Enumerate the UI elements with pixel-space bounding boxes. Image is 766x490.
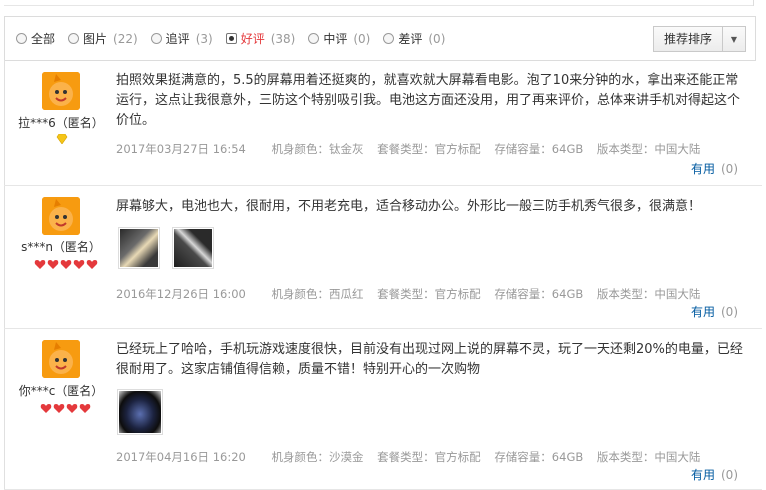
filter-images[interactable]: 图片 (22) (68, 30, 138, 47)
review-meta: 2016年12月26日 16:00 机身颜色：西瓜红 套餐类型：官方标配 存储容… (116, 286, 710, 302)
review-text: 已经玩上了哈哈，手机玩游戏速度很快，目前没有出现过网上说的屏幕不灵，玩了一天还剩… (116, 342, 743, 377)
useful-button[interactable]: 有用 (0) (691, 160, 738, 177)
filter-label: 全部 (31, 32, 56, 46)
avatar (42, 340, 80, 378)
heart-gem-icon (60, 260, 72, 269)
username: 你***c（匿名） (18, 384, 104, 398)
package-type: 套餐类型：官方标配 (377, 450, 481, 464)
review-meta: 2017年04月16日 16:20 机身颜色：沙漠金 套餐类型：官方标配 存储容… (116, 449, 710, 465)
heart-gem-icon (73, 260, 85, 269)
sort-label: 推荐排序 (654, 27, 723, 51)
review-photo-thumbnail[interactable] (118, 227, 160, 269)
filter-positive[interactable]: 好评 (38) (225, 30, 296, 47)
filter-count: (0) (353, 31, 371, 46)
storage-capacity: 存储容量：64GB (494, 287, 584, 301)
user-rank (34, 259, 98, 270)
filter-label: 追评 (165, 32, 190, 46)
radio-selected-icon[interactable] (225, 33, 237, 44)
radio-icon[interactable] (383, 33, 395, 44)
user-rank (56, 134, 68, 144)
heart-gem-icon (79, 404, 91, 413)
filter-count: (3) (195, 31, 213, 46)
radio-icon[interactable] (308, 33, 320, 44)
product-color: 机身颜色：钛金灰 (271, 142, 364, 156)
filter-bar: 全部 图片 (22) 追评 (3) 好评 (38) 中评 (0) 差评 (0) (4, 16, 756, 61)
version-type: 版本类型：中国大陆 (596, 287, 701, 301)
review-date: 2017年03月27日 16:54 (116, 142, 246, 156)
useful-button[interactable]: 有用 (0) (691, 466, 738, 483)
heart-gem-icon (40, 404, 52, 413)
useful-button[interactable]: 有用 (0) (691, 303, 738, 320)
useful-label[interactable]: 有用 (691, 468, 715, 482)
review-meta: 2017年03月27日 16:54 机身颜色：钛金灰 套餐类型：官方标配 存储容… (116, 141, 710, 157)
useful-count: (0) (721, 162, 738, 176)
filter-options: 全部 图片 (22) 追评 (3) 好评 (38) 中评 (0) 差评 (0) (16, 30, 458, 47)
radio-icon[interactable] (16, 33, 27, 44)
filter-label: 中评 (323, 32, 348, 46)
filter-label: 好评 (240, 32, 265, 46)
filter-count: (22) (113, 31, 138, 46)
useful-label[interactable]: 有用 (691, 305, 715, 319)
review-divider (4, 185, 762, 186)
avatar (42, 72, 80, 110)
heart-gem-icon (66, 404, 78, 413)
filter-follow-up[interactable]: 追评 (3) (150, 30, 213, 47)
user-rank (40, 403, 91, 414)
package-type: 套餐类型：官方标配 (377, 142, 481, 156)
filter-label: 图片 (83, 32, 108, 46)
avatar (42, 197, 80, 235)
review-photo-thumbnail[interactable] (172, 227, 214, 269)
left-border (4, 60, 5, 490)
storage-capacity: 存储容量：64GB (494, 450, 584, 464)
filter-label: 差评 (398, 32, 423, 46)
filter-all[interactable]: 全部 (16, 30, 55, 47)
review-date: 2017年04月16日 16:20 (116, 450, 246, 464)
filter-count: (38) (270, 31, 296, 46)
heart-gem-icon (53, 404, 65, 413)
review-photo-thumbnail[interactable] (117, 389, 163, 435)
review-text: 屏幕够大，电池也大，很耐用，不用老充电，适合移动办公。外形比一般三防手机秀气很多… (116, 199, 702, 214)
useful-count: (0) (721, 305, 738, 319)
radio-icon[interactable] (150, 33, 162, 44)
review-date: 2016年12月26日 16:00 (116, 287, 246, 301)
username: 拉***6（匿名） (18, 116, 104, 130)
product-color: 机身颜色：西瓜红 (271, 287, 364, 301)
username: s***n（匿名） (21, 240, 101, 254)
radio-icon[interactable] (68, 33, 80, 44)
heart-gem-icon (34, 260, 46, 269)
review-text: 拍照效果挺满意的，5.5的屏幕用着还挺爽的，就喜欢就大屏幕看电影。泡了10来分钟… (116, 73, 741, 128)
package-type: 套餐类型：官方标配 (377, 287, 481, 301)
sort-dropdown[interactable]: 推荐排序 ▼ (652, 26, 746, 52)
product-color: 机身颜色：沙漠金 (271, 450, 364, 464)
chevron-down-icon[interactable]: ▼ (723, 27, 745, 51)
review-divider (4, 328, 762, 329)
heart-gem-icon (86, 260, 98, 269)
filter-count: (0) (428, 31, 446, 46)
useful-count: (0) (721, 468, 738, 482)
top-divider (4, 0, 754, 6)
diamond-icon (56, 134, 68, 144)
filter-neutral[interactable]: 中评 (0) (308, 30, 370, 47)
heart-gem-icon (47, 260, 59, 269)
filter-negative[interactable]: 差评 (0) (383, 30, 445, 47)
storage-capacity: 存储容量：64GB (494, 142, 584, 156)
useful-label[interactable]: 有用 (691, 162, 715, 176)
version-type: 版本类型：中国大陆 (596, 450, 701, 464)
version-type: 版本类型：中国大陆 (596, 142, 701, 156)
